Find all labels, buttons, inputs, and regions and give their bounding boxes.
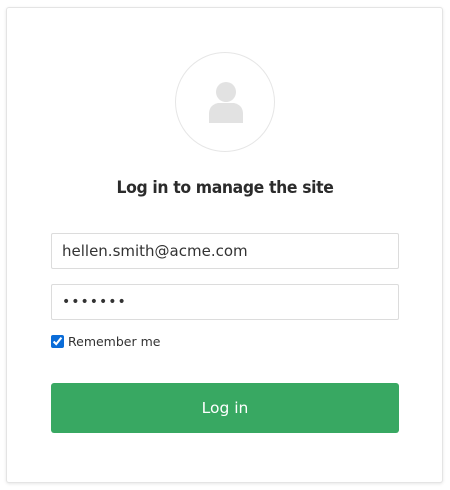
remember-me-row: Remember me — [51, 332, 160, 350]
password-field[interactable] — [51, 284, 399, 320]
email-field[interactable] — [51, 233, 399, 269]
remember-me-label[interactable]: Remember me — [68, 334, 160, 349]
page-title: Log in to manage the site — [116, 178, 334, 198]
remember-me-checkbox[interactable] — [51, 334, 64, 348]
login-button[interactable]: Log in — [51, 383, 399, 433]
avatar — [175, 52, 275, 152]
user-silhouette-icon — [209, 82, 243, 123]
